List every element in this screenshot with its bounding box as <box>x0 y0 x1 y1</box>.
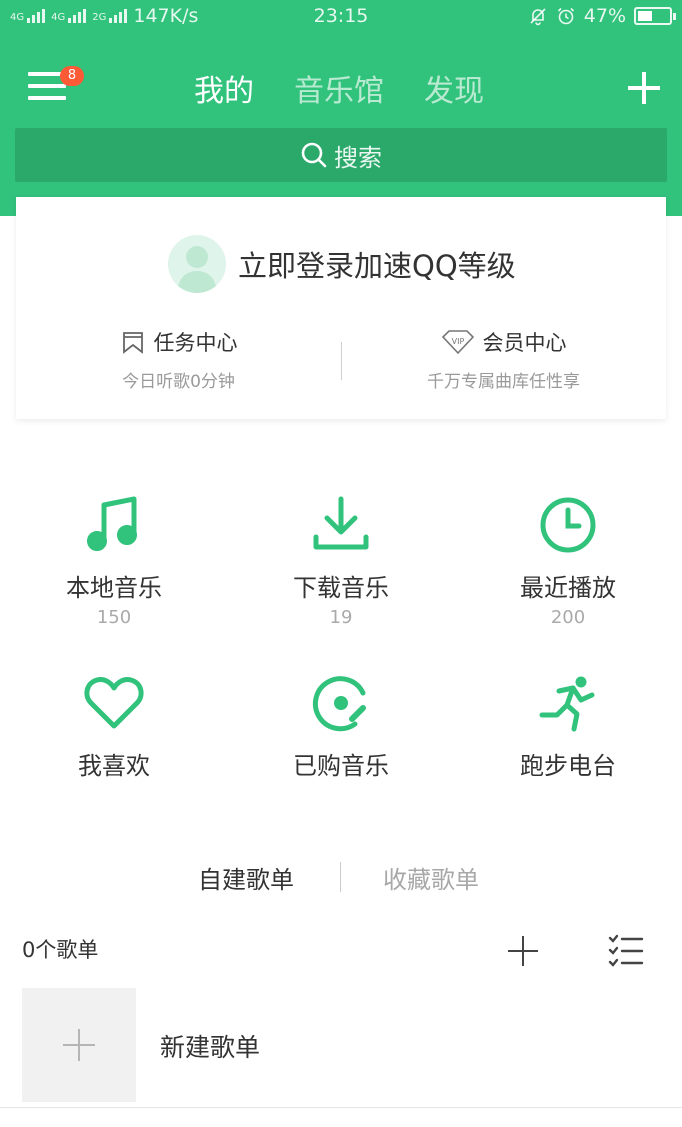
search-bar[interactable]: 搜索 <box>15 128 667 182</box>
bell-muted-icon <box>530 8 546 26</box>
bookmark-icon <box>122 332 143 354</box>
purchased-music[interactable]: 已购音乐 <box>227 672 455 781</box>
menu-button[interactable]: 8 <box>28 66 84 104</box>
battery-icon <box>634 7 676 25</box>
local-music-count: 150 <box>96 607 132 628</box>
heart-icon <box>84 677 144 729</box>
playlist-tabs: 自建歌单 收藏歌单 <box>0 858 682 898</box>
main-tabs: 我的 音乐馆 发现 <box>194 66 484 110</box>
my-favorites[interactable]: 我喜欢 <box>0 672 228 781</box>
running-icon <box>539 676 595 732</box>
add-playlist-button[interactable] <box>508 936 538 966</box>
app-header: 4G 4G 2G 147K/s 23:15 47% 8 我的 音乐馆 发现 搜索 <box>0 0 682 216</box>
plus-icon <box>22 988 136 1102</box>
clock-icon <box>540 497 596 553</box>
local-music[interactable]: 本地音乐 150 <box>0 494 228 628</box>
default-avatar-icon <box>177 246 217 293</box>
downloaded-music-count: 19 <box>329 607 353 628</box>
bottom-divider <box>0 1107 682 1108</box>
task-center-subtitle: 今日听歌0分钟 <box>122 372 235 392</box>
list-check-icon <box>608 934 644 967</box>
running-radio-label: 跑步电台 <box>520 752 616 780</box>
recently-played-count: 200 <box>550 607 586 628</box>
battery-percent: 47% <box>583 5 626 27</box>
status-bar: 4G 4G 2G 147K/s 23:15 47% <box>0 0 682 34</box>
vip-badge-text: VIP <box>451 337 464 346</box>
local-music-label: 本地音乐 <box>66 574 162 602</box>
purchased-music-label: 已购音乐 <box>293 752 389 780</box>
menu-icon-bar <box>28 84 66 88</box>
search-placeholder: 搜索 <box>334 143 382 172</box>
tab-separator <box>340 862 341 892</box>
music-note-icon <box>87 496 137 551</box>
vip-diamond-icon: VIP <box>441 330 474 355</box>
download-icon <box>313 496 369 550</box>
status-right: 47% <box>528 5 676 27</box>
my-favorites-label: 我喜欢 <box>78 752 150 780</box>
manage-playlists-button[interactable] <box>608 934 644 968</box>
notification-badge: 8 <box>60 66 84 86</box>
add-button[interactable] <box>628 72 660 104</box>
downloaded-music-label: 下载音乐 <box>293 574 389 602</box>
tab-discover[interactable]: 发现 <box>424 66 484 110</box>
top-nav: 8 我的 音乐馆 发现 <box>0 50 682 120</box>
login-text: 立即登录加速QQ等级 <box>238 249 516 283</box>
account-card: 立即登录加速QQ等级 任务中心 今日听歌0分钟 VIP 会员中心 千万专属曲库任… <box>16 197 666 419</box>
new-playlist-row[interactable]: 新建歌单 <box>22 988 662 1102</box>
battery-fill <box>638 11 652 21</box>
tab-collected-playlists[interactable]: 收藏歌单 <box>383 860 479 895</box>
login-prompt[interactable]: 立即登录加速QQ等级 <box>168 235 516 293</box>
vip-center[interactable]: VIP 会员中心 千万专属曲库任性享 <box>341 327 666 392</box>
new-playlist-label: 新建歌单 <box>160 1033 261 1062</box>
task-center[interactable]: 任务中心 今日听歌0分钟 <box>16 327 341 392</box>
avatar <box>168 235 226 293</box>
task-center-title: 任务中心 <box>153 331 238 355</box>
running-radio[interactable]: 跑步电台 <box>454 672 682 781</box>
vip-center-subtitle: 千万专属曲库任性享 <box>427 372 580 392</box>
menu-icon-bar <box>28 96 66 100</box>
recently-played-label: 最近播放 <box>520 574 616 602</box>
tab-created-playlists[interactable]: 自建歌单 <box>198 860 294 895</box>
tab-mine[interactable]: 我的 <box>194 66 254 110</box>
recently-played[interactable]: 最近播放 200 <box>454 494 682 628</box>
alarm-icon <box>557 7 574 25</box>
downloaded-music[interactable]: 下载音乐 19 <box>227 494 455 628</box>
vip-center-title: 会员中心 <box>482 331 567 355</box>
tab-music-hall[interactable]: 音乐馆 <box>294 66 384 110</box>
search-icon <box>301 142 327 168</box>
playlist-count: 0个歌单 <box>22 938 99 962</box>
purchased-disc-icon <box>312 676 366 732</box>
